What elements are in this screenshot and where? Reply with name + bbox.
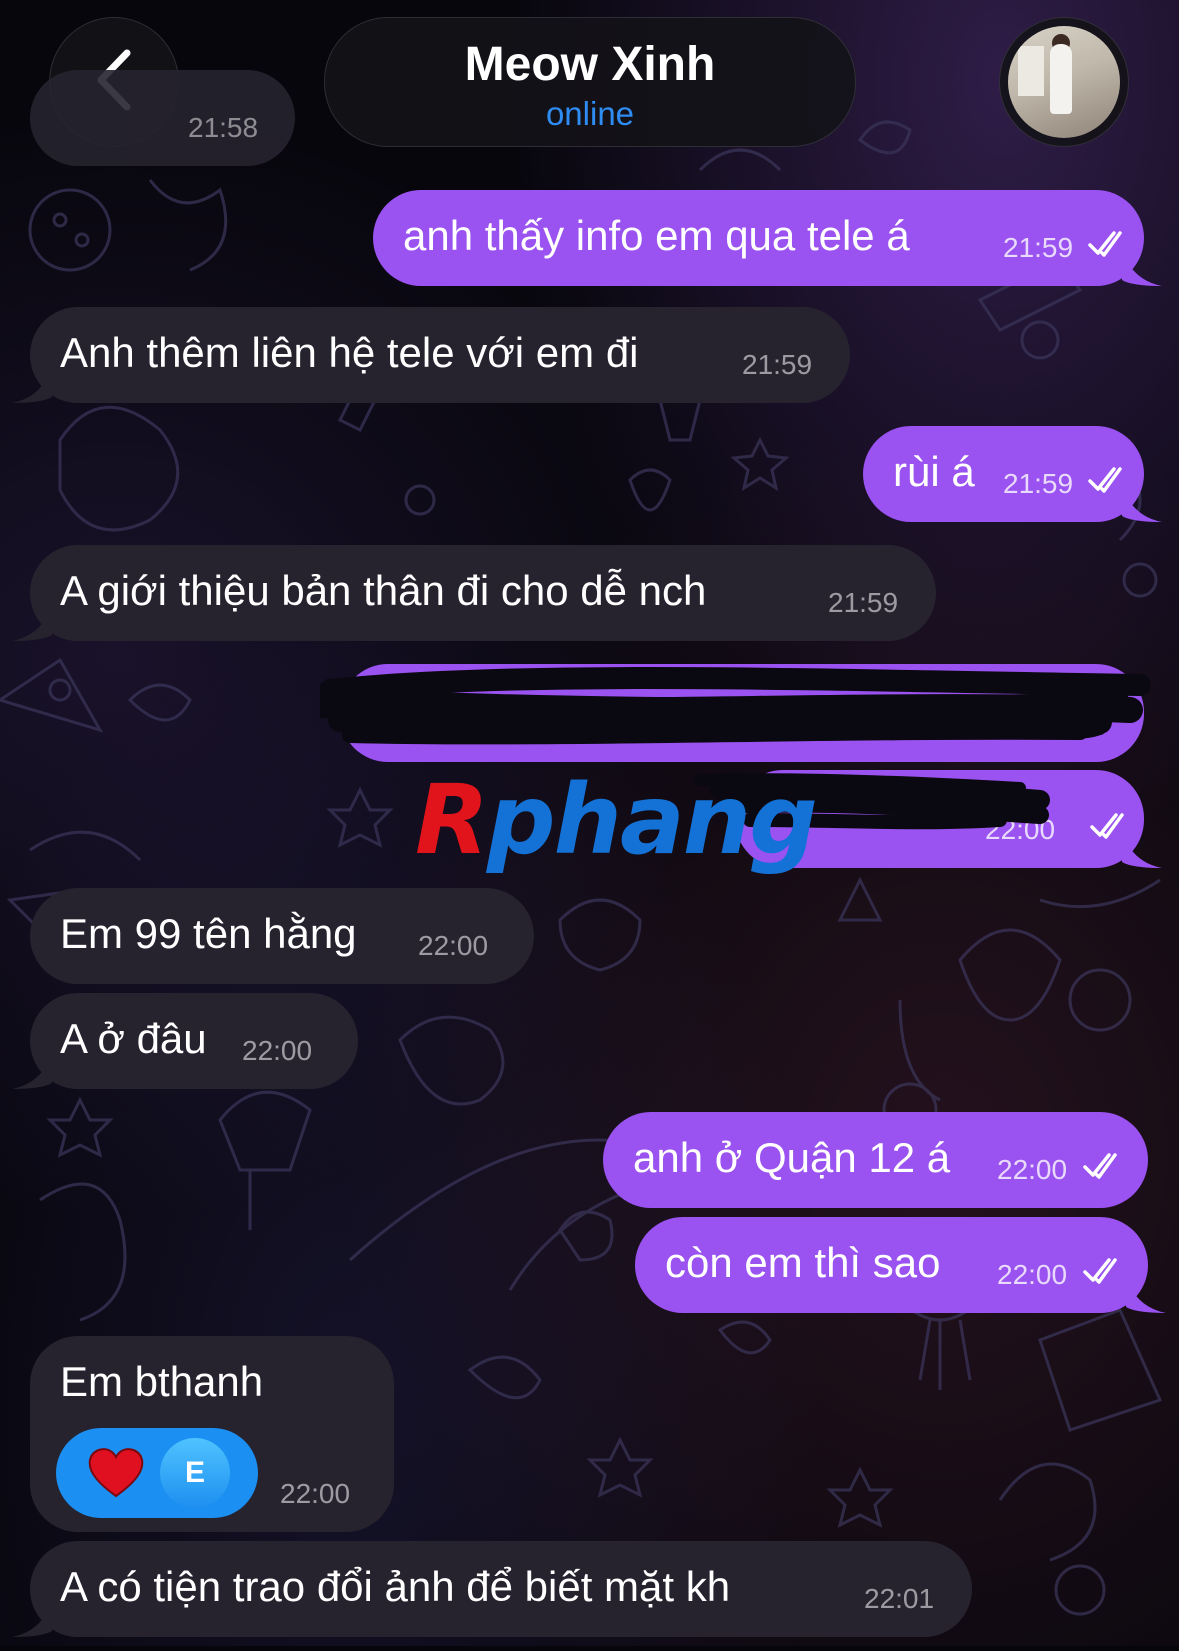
message-text: rùi á (893, 448, 975, 495)
message-time: 22:00 (242, 1035, 313, 1066)
message-time: 22:00 (997, 1259, 1068, 1290)
double-check-icon (1083, 1151, 1123, 1186)
message-text: anh thấy info em qua tele á (403, 212, 910, 259)
message-text: anh ở Quận 12 á (633, 1134, 951, 1181)
watermark-logo: Rphang (415, 764, 818, 876)
contact-avatar[interactable] (999, 17, 1129, 147)
message-incoming[interactable]: Anh thêm liên hệ tele với em đi 21:59 (12, 307, 850, 403)
message-time: 21:59 (828, 587, 899, 618)
message-text: còn em thì sao (665, 1239, 941, 1286)
message-time: 22:00 (997, 1154, 1068, 1185)
message-incoming[interactable]: Em 99 tên hằng 22:00 (30, 888, 534, 984)
message-time: 22:00 (418, 930, 489, 961)
message-text: A có tiện trao đổi ảnh để biết mặt kh (60, 1563, 731, 1610)
message-time: 22:01 (864, 1583, 935, 1614)
message-text: A ở đâu (60, 1015, 207, 1062)
heart-icon (86, 1442, 146, 1502)
message-text: Em 99 tên hằng (60, 910, 357, 957)
message-time: 21:58 (188, 112, 259, 143)
message-time: 22:00 (280, 1478, 351, 1509)
double-check-icon (1083, 1256, 1123, 1291)
avatar-photo (1008, 26, 1120, 138)
message-text: Anh thêm liên hệ tele với em đi (60, 329, 639, 376)
message-incoming[interactable]: A có tiện trao đổi ảnh để biết mặt kh 22… (12, 1541, 972, 1637)
message-incoming[interactable]: A giới thiệu bản thân đi cho dễ nch 21:5… (12, 545, 936, 641)
contact-status: online (545, 95, 635, 132)
message-outgoing[interactable]: anh ở Quận 12 á 22:00 (603, 1112, 1148, 1208)
message-outgoing[interactable]: rùi á 21:59 (863, 426, 1162, 522)
message-time: 21:59 (742, 349, 813, 380)
message-incoming[interactable]: A ở đâu 22:00 (12, 993, 358, 1089)
message-incoming[interactable]: 21:58 (30, 70, 295, 166)
contact-name: Meow Xinh (464, 38, 716, 91)
message-text: A giới thiệu bản thân đi cho dễ nch (60, 567, 707, 614)
message-outgoing[interactable]: anh thấy info em qua tele á 21:59 (373, 190, 1162, 286)
message-outgoing[interactable]: còn em thì sao 22:00 (635, 1217, 1166, 1313)
reactor-avatar: E (160, 1438, 230, 1508)
message-text: Em bthanh (60, 1358, 264, 1405)
message-time: 21:59 (1003, 232, 1074, 263)
reaction-chip[interactable]: E (56, 1428, 258, 1518)
contact-header[interactable]: Meow Xinh online (324, 17, 856, 147)
message-time: 21:59 (1003, 468, 1074, 499)
message-incoming[interactable]: Em bthanh E 22:00 (30, 1336, 394, 1532)
